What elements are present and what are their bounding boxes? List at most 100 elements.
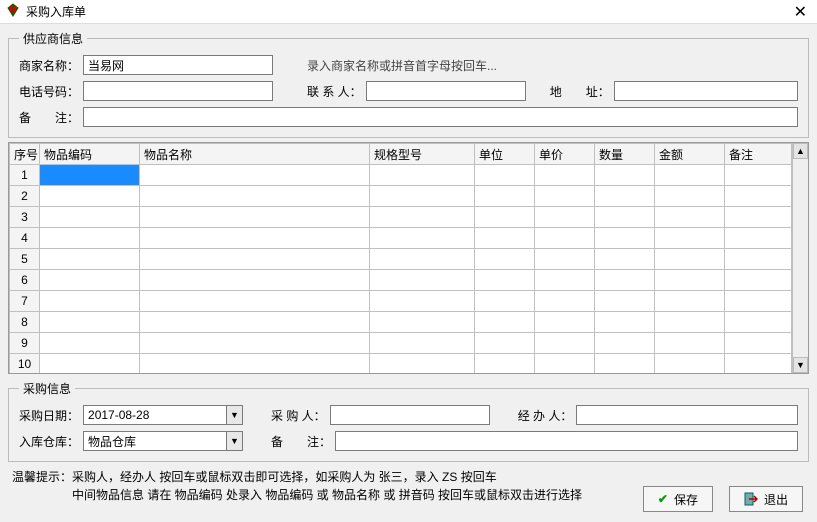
grid-cell[interactable] — [40, 228, 140, 249]
grid-cell[interactable] — [475, 186, 535, 207]
table-row[interactable]: 7 — [10, 291, 792, 312]
chevron-down-icon[interactable]: ▼ — [226, 432, 242, 450]
supplier-contact-input[interactable] — [366, 81, 526, 101]
grid-cell[interactable] — [475, 249, 535, 270]
grid-cell[interactable] — [655, 333, 725, 354]
scroll-up-icon[interactable]: ▲ — [793, 143, 808, 159]
grid-cell[interactable] — [370, 312, 475, 333]
grid-cell[interactable] — [40, 333, 140, 354]
buyer-input[interactable] — [330, 405, 490, 425]
grid-cell[interactable] — [595, 291, 655, 312]
grid-cell[interactable] — [40, 312, 140, 333]
grid-cell[interactable] — [370, 207, 475, 228]
grid-cell[interactable] — [655, 354, 725, 374]
purchase-remark-input[interactable] — [335, 431, 798, 451]
close-button[interactable]: ✕ — [790, 2, 811, 22]
grid-cell[interactable] — [40, 207, 140, 228]
grid-cell[interactable] — [725, 270, 792, 291]
grid-cell[interactable] — [535, 186, 595, 207]
grid-cell[interactable] — [535, 312, 595, 333]
grid-cell[interactable] — [475, 270, 535, 291]
grid-cell[interactable] — [535, 270, 595, 291]
grid-cell[interactable] — [370, 270, 475, 291]
grid-cell[interactable] — [535, 165, 595, 186]
supplier-address-input[interactable] — [614, 81, 798, 101]
grid-cell[interactable] — [475, 207, 535, 228]
grid-cell[interactable] — [595, 186, 655, 207]
grid-cell[interactable] — [140, 165, 370, 186]
grid-cell[interactable] — [655, 312, 725, 333]
grid-cell[interactable] — [140, 186, 370, 207]
grid-cell[interactable] — [595, 207, 655, 228]
table-row[interactable]: 4 — [10, 228, 792, 249]
grid-cell[interactable] — [140, 249, 370, 270]
grid-cell[interactable] — [475, 291, 535, 312]
grid-cell[interactable] — [655, 207, 725, 228]
chevron-down-icon[interactable]: ▼ — [226, 406, 242, 424]
grid-cell[interactable] — [40, 354, 140, 374]
grid-cell[interactable] — [40, 291, 140, 312]
grid-cell[interactable] — [535, 207, 595, 228]
grid-cell[interactable] — [725, 333, 792, 354]
grid-cell[interactable] — [655, 186, 725, 207]
grid-cell[interactable] — [655, 270, 725, 291]
grid-cell[interactable] — [140, 354, 370, 374]
grid-cell[interactable] — [370, 291, 475, 312]
grid-cell[interactable] — [475, 354, 535, 374]
grid-cell[interactable] — [655, 291, 725, 312]
supplier-phone-input[interactable] — [83, 81, 273, 101]
grid-cell[interactable] — [595, 333, 655, 354]
grid-cell[interactable] — [475, 228, 535, 249]
table-row[interactable]: 3 — [10, 207, 792, 228]
grid-cell[interactable] — [655, 165, 725, 186]
grid-cell[interactable] — [655, 228, 725, 249]
items-table[interactable]: 序号 物品编码 物品名称 规格型号 单位 单价 数量 金额 备注 1234567… — [9, 143, 792, 373]
grid-cell[interactable] — [595, 312, 655, 333]
grid-cell[interactable] — [370, 165, 475, 186]
grid-cell[interactable] — [725, 207, 792, 228]
grid-cell[interactable] — [40, 186, 140, 207]
table-row[interactable]: 9 — [10, 333, 792, 354]
grid-cell[interactable] — [725, 312, 792, 333]
warehouse-combo[interactable]: 物品仓库 ▼ — [83, 431, 243, 451]
grid-cell[interactable] — [140, 312, 370, 333]
grid-cell[interactable] — [475, 333, 535, 354]
table-row[interactable]: 1 — [10, 165, 792, 186]
grid-cell[interactable] — [595, 228, 655, 249]
grid-cell[interactable] — [725, 354, 792, 374]
grid-cell[interactable] — [655, 249, 725, 270]
handler-input[interactable] — [576, 405, 798, 425]
supplier-remark-input[interactable] — [83, 107, 798, 127]
grid-cell[interactable] — [595, 354, 655, 374]
grid-cell[interactable] — [725, 228, 792, 249]
grid-cell[interactable] — [535, 249, 595, 270]
purchase-date-combo[interactable]: 2017-08-28 ▼ — [83, 405, 243, 425]
grid-cell[interactable] — [595, 270, 655, 291]
grid-cell[interactable] — [725, 291, 792, 312]
grid-cell[interactable] — [370, 228, 475, 249]
grid-cell[interactable] — [370, 354, 475, 374]
table-row[interactable]: 10 — [10, 354, 792, 374]
grid-cell[interactable] — [140, 333, 370, 354]
table-row[interactable]: 2 — [10, 186, 792, 207]
grid-cell[interactable] — [40, 165, 140, 186]
grid-cell[interactable] — [595, 165, 655, 186]
grid-cell[interactable] — [140, 291, 370, 312]
grid-cell[interactable] — [725, 249, 792, 270]
grid-cell[interactable] — [140, 228, 370, 249]
table-row[interactable]: 5 — [10, 249, 792, 270]
scroll-down-icon[interactable]: ▼ — [793, 357, 808, 373]
save-button[interactable]: ✔ 保存 — [643, 486, 713, 512]
exit-button[interactable]: 退出 — [729, 486, 803, 512]
grid-scrollbar[interactable]: ▲ ▼ — [792, 143, 808, 373]
grid-cell[interactable] — [370, 186, 475, 207]
grid-cell[interactable] — [535, 333, 595, 354]
table-row[interactable]: 8 — [10, 312, 792, 333]
grid-cell[interactable] — [725, 186, 792, 207]
grid-cell[interactable] — [370, 333, 475, 354]
grid-cell[interactable] — [535, 228, 595, 249]
grid-cell[interactable] — [535, 354, 595, 374]
grid-cell[interactable] — [40, 249, 140, 270]
supplier-name-input[interactable] — [83, 55, 273, 75]
grid-cell[interactable] — [725, 165, 792, 186]
